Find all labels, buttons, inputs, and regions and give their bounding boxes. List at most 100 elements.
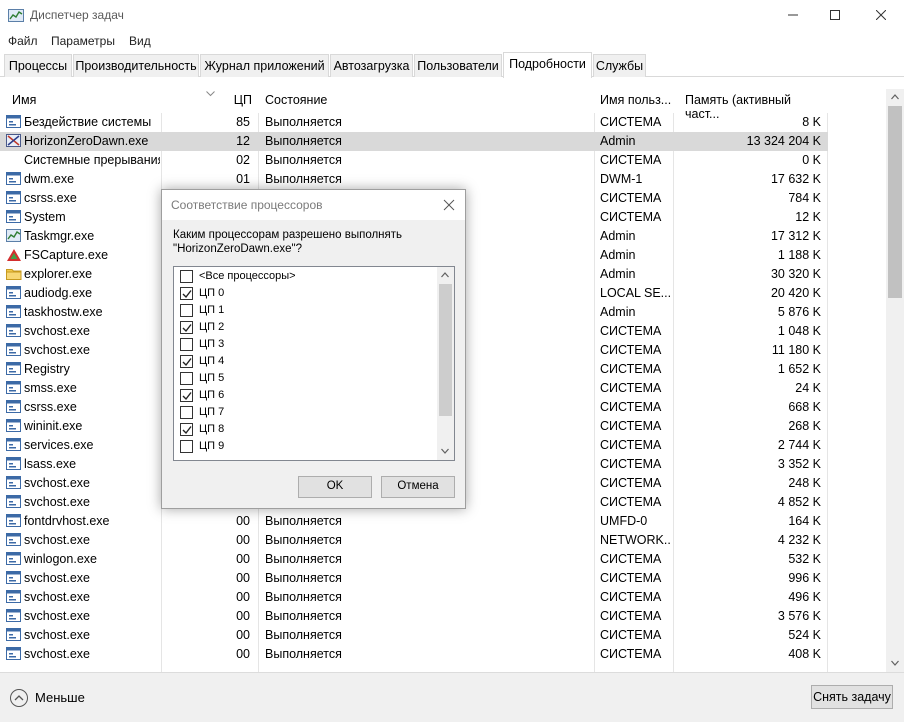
processor-list-item[interactable]: ЦП 3 [180, 337, 430, 354]
system-idle-icon [6, 115, 22, 129]
processor-list-item[interactable]: <Все процессоры> [180, 269, 430, 286]
memory-value: 408 K [788, 647, 821, 661]
process-icon [6, 362, 22, 376]
checkbox[interactable] [180, 338, 193, 351]
listbox-scroll-up-icon[interactable] [441, 272, 449, 278]
tab-processes[interactable]: Процессы [4, 54, 72, 77]
process-icon [6, 438, 22, 452]
processor-list-item[interactable]: ЦП 8 [180, 422, 430, 439]
tab-app-history[interactable]: Журнал приложений [200, 54, 329, 77]
process-icon [6, 628, 22, 642]
processor-list-item[interactable]: ЦП 2 [180, 320, 430, 337]
tab-services[interactable]: Службы [593, 54, 646, 77]
menu-file[interactable]: Файл [8, 34, 38, 48]
footer-bar: Меньше Снять задачу [0, 672, 904, 722]
checkbox[interactable] [180, 321, 193, 334]
cancel-button[interactable]: Отмена [381, 476, 455, 498]
dialog-close-icon[interactable] [440, 196, 458, 214]
fewer-details-link[interactable]: Меньше [35, 690, 85, 705]
collapse-up-icon[interactable] [9, 688, 29, 708]
menu-view[interactable]: Вид [129, 34, 151, 48]
checkbox[interactable] [180, 406, 193, 419]
memory-value: 0 K [802, 153, 821, 167]
tab-startup[interactable]: Автозагрузка [330, 54, 413, 77]
process-name: svchost.exe [24, 590, 91, 604]
processor-list-item[interactable]: ЦП 4 [180, 354, 430, 371]
processor-list-item[interactable]: ЦП 1 [180, 303, 430, 320]
column-header-cpu[interactable]: ЦП [162, 89, 252, 113]
table-row[interactable]: svchost.exe 00 Выполняется СИСТЕМА 496 K [0, 588, 828, 607]
processor-list-item[interactable]: ЦП 6 [180, 388, 430, 405]
maximize-button[interactable] [812, 0, 858, 31]
table-row[interactable]: fontdrvhost.exe 00 Выполняется UMFD-0 164 K [0, 512, 828, 531]
checkbox[interactable] [180, 423, 193, 436]
memory-value: 4 232 K [777, 533, 821, 547]
processor-label: ЦП 0 [199, 287, 225, 299]
checkbox[interactable] [180, 440, 193, 453]
scrollbar-thumb[interactable] [888, 106, 902, 298]
table-scrollbar[interactable] [886, 89, 904, 672]
process-name: audiodg.exe [24, 286, 93, 300]
process-icon [6, 609, 22, 623]
table-row[interactable]: Бездействие системы 85 Выполняется СИСТЕМА 8… [0, 113, 828, 132]
username-value: СИСТЕМА [600, 590, 662, 604]
checkbox[interactable] [180, 287, 193, 300]
status-value: Выполняется [265, 115, 342, 129]
checkbox[interactable] [180, 270, 193, 283]
table-row[interactable]: dwm.exe 01 Выполняется DWM-1 17 632 K [0, 170, 828, 189]
listbox-scroll-down-icon[interactable] [441, 448, 449, 454]
task-manager-icon [8, 8, 24, 24]
username-value: Admin [600, 134, 636, 148]
process-name: svchost.exe [24, 476, 91, 490]
tab-performance[interactable]: Производительность [73, 54, 199, 77]
dialog-prompt-line2: "HorizonZeroDawn.exe"? [173, 243, 302, 255]
processor-list-item[interactable]: ЦП 5 [180, 371, 430, 388]
ok-button[interactable]: OK [298, 476, 372, 498]
memory-value: 24 K [795, 381, 821, 395]
username-value: СИСТЕМА [600, 438, 662, 452]
memory-value: 20 420 K [770, 286, 821, 300]
memory-value: 532 K [788, 552, 821, 566]
table-row[interactable]: Системные прерывания 02 Выполняется СИСТЕМА… [0, 151, 828, 170]
table-row[interactable]: svchost.exe 00 Выполняется СИСТЕМА 524 K [0, 626, 828, 645]
processor-list-item[interactable]: ЦП 0 [180, 286, 430, 303]
status-value: Выполняется [265, 571, 342, 585]
checkbox[interactable] [180, 389, 193, 402]
column-header-name[interactable]: Имя [12, 89, 36, 113]
table-row[interactable]: svchost.exe 00 Выполняется СИСТЕМА 996 K [0, 569, 828, 588]
tab-details[interactable]: Подробности [503, 52, 592, 78]
table-row[interactable]: HorizonZeroDawn.exe 12 Выполняется Admin 13 … [0, 132, 828, 151]
column-header-username[interactable]: Имя польз... [600, 89, 671, 113]
processor-list-item[interactable]: ЦП 9 [180, 439, 430, 456]
process-name: svchost.exe [24, 324, 91, 338]
table-row[interactable]: svchost.exe 00 Выполняется NETWORK... 4 232 … [0, 531, 828, 550]
minimize-button[interactable] [770, 0, 816, 31]
checkbox[interactable] [180, 355, 193, 368]
maximize-icon [830, 10, 840, 20]
scroll-down-icon[interactable] [891, 660, 899, 666]
checkbox[interactable] [180, 372, 193, 385]
username-value: СИСТЕМА [600, 324, 662, 338]
column-header-memory[interactable]: Память (активный част... [685, 89, 828, 121]
tab-users[interactable]: Пользователи [414, 54, 502, 77]
table-row[interactable]: svchost.exe 00 Выполняется СИСТЕМА 3 576 K [0, 607, 828, 626]
listbox-scrollbar-thumb[interactable] [439, 284, 452, 416]
close-button[interactable] [858, 0, 904, 31]
processor-list-item[interactable]: ЦП 7 [180, 405, 430, 422]
process-icon [6, 571, 22, 585]
checkbox[interactable] [180, 304, 193, 317]
end-task-button[interactable]: Снять задачу [811, 685, 893, 709]
dialog-prompt: Каким процессорам разрешено выполнять "H… [173, 228, 433, 256]
process-name: Registry [24, 362, 70, 376]
listbox-scrollbar[interactable] [437, 267, 454, 460]
table-row[interactable]: winlogon.exe 00 Выполняется СИСТЕМА 532 K [0, 550, 828, 569]
cpu-value: 12 [236, 134, 250, 148]
table-row[interactable]: svchost.exe 00 Выполняется СИСТЕМА 408 K [0, 645, 828, 664]
menu-options[interactable]: Параметры [51, 34, 115, 48]
game-icon [6, 134, 22, 148]
scroll-up-icon[interactable] [891, 94, 899, 100]
cpu-value: 00 [236, 590, 250, 604]
username-value: СИСТЕМА [600, 153, 662, 167]
memory-value: 2 744 K [777, 438, 821, 452]
column-header-status[interactable]: Состояние [265, 89, 327, 113]
